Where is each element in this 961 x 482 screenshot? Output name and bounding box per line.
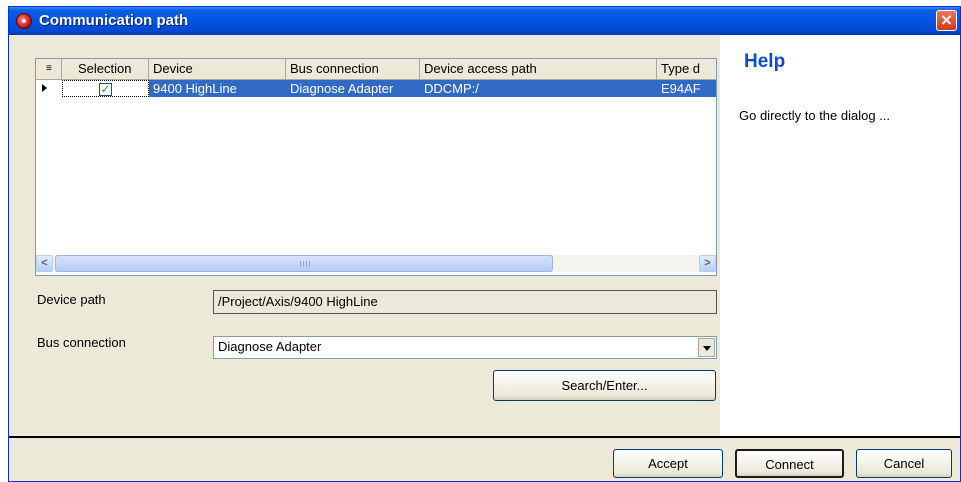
cancel-button[interactable]: Cancel [856, 449, 952, 478]
scroll-right-button[interactable]: > [699, 255, 716, 272]
bus-connection-value: Diagnose Adapter [218, 339, 322, 354]
row-indicator [36, 80, 62, 97]
horizontal-scrollbar[interactable]: < > [36, 255, 716, 272]
button-bar: Accept Connect Cancel [9, 438, 960, 481]
chevron-down-icon[interactable] [698, 338, 715, 357]
table-row[interactable]: ✓ 9400 HighLine Diagnose Adapter DDCMP:/… [36, 80, 716, 97]
title-bar[interactable]: Communication path × [9, 7, 960, 35]
accept-button[interactable]: Accept [613, 449, 723, 478]
column-header-selection[interactable]: Selection [62, 59, 149, 79]
help-title: Help [744, 51, 786, 72]
cell-device-access-path[interactable]: DDCMP:/ [420, 80, 657, 97]
dialog-window: Communication path × ≡ Selection Device … [8, 6, 961, 482]
table-header: ≡ Selection Device Bus connection Device… [36, 59, 716, 80]
close-button[interactable]: × [936, 10, 957, 31]
cell-bus-connection[interactable]: Diagnose Adapter [286, 80, 420, 97]
column-header-device-access-path[interactable]: Device access path [420, 59, 657, 79]
column-header-bus-connection[interactable]: Bus connection [286, 59, 420, 79]
window-title: Communication path [39, 12, 189, 29]
device-path-field: /Project/Axis/9400 HighLine [213, 290, 717, 314]
bus-connection-dropdown[interactable]: Diagnose Adapter [213, 336, 717, 359]
column-header-device[interactable]: Device [149, 59, 286, 79]
connect-button[interactable]: Connect [735, 449, 844, 478]
help-text: Go directly to the dialog ... [739, 108, 891, 123]
scroll-thumb[interactable] [55, 255, 553, 272]
app-icon [16, 13, 32, 29]
search-enter-button[interactable]: Search/Enter... [493, 370, 716, 401]
device-path-label: Device path [37, 292, 106, 307]
column-chooser-icon[interactable]: ≡ [36, 59, 62, 79]
bus-connection-label: Bus connection [37, 335, 126, 350]
cell-device[interactable]: 9400 HighLine [149, 80, 286, 97]
checkmark-icon: ✓ [100, 82, 111, 96]
cell-type[interactable]: E94AF [657, 80, 716, 97]
scroll-left-button[interactable]: < [36, 255, 53, 272]
selection-checkbox[interactable]: ✓ [99, 83, 112, 96]
row-arrow-icon [42, 84, 47, 92]
help-pane: Help Go directly to the dialog ... [720, 35, 960, 436]
selection-cell[interactable]: ✓ [62, 80, 149, 97]
device-table[interactable]: ≡ Selection Device Bus connection Device… [35, 58, 717, 276]
column-header-type[interactable]: Type d [657, 59, 716, 79]
grip-icon [300, 261, 310, 267]
